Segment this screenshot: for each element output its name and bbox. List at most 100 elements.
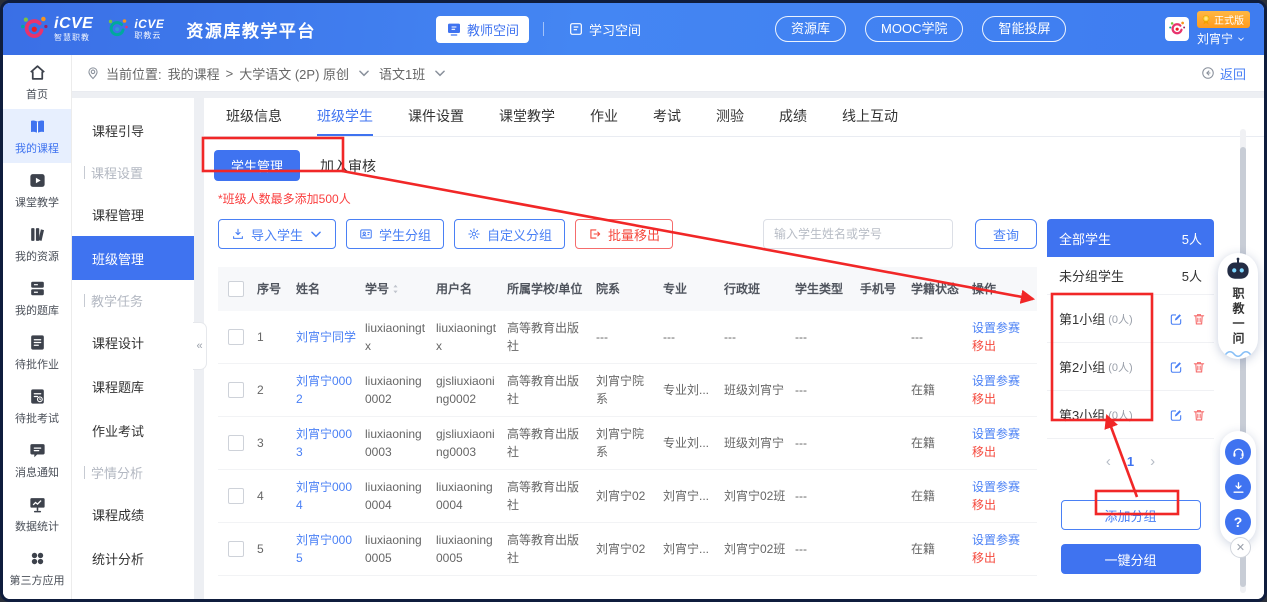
tab-courseware-settings[interactable]: 课件设置 [408, 98, 464, 136]
home-icon [28, 63, 47, 82]
one-click-group-button[interactable]: 一键分组 [1061, 544, 1201, 574]
batch-remove-button[interactable]: 批量移出 [575, 219, 673, 249]
remove-student-link[interactable]: 移出 [972, 443, 1033, 461]
edit-group-icon[interactable] [1169, 408, 1183, 422]
tab-class-students[interactable]: 班级学生 [317, 98, 373, 136]
row-checkbox[interactable] [228, 435, 244, 451]
subtab-join-review[interactable]: 加入审核 [320, 156, 376, 176]
tab-classroom-teaching[interactable]: 课堂教学 [499, 98, 555, 136]
sidebar-item-my-resources[interactable]: 我的资源 [3, 217, 71, 271]
column-header-label: 序号 [257, 280, 288, 298]
help-button[interactable]: ? [1225, 509, 1251, 535]
sidebar-item-question-bank[interactable]: 我的题库 [3, 271, 71, 325]
header-pill-0[interactable]: 资源库 [775, 16, 846, 42]
cell-name[interactable]: 刘宵宁0003 [292, 419, 361, 467]
breadcrumb-root[interactable]: 我的课程 [168, 64, 220, 83]
row-checkbox[interactable] [228, 382, 244, 398]
menu-item-course-management[interactable]: 课程管理 [72, 192, 194, 236]
user-area[interactable]: 正式版 刘宵宁 [1165, 3, 1250, 55]
header-pill-1[interactable]: MOOC学院 [865, 16, 963, 42]
nav-teacher-space[interactable]: 教师空间 [436, 16, 529, 43]
menu-item-course-question-bank[interactable]: 课程题库 [72, 364, 194, 408]
menu-item-statistics-analysis[interactable]: 统计分析 [72, 536, 194, 580]
group-row-2[interactable]: 第2小组(0人) [1047, 343, 1214, 391]
prev-page-arrow[interactable]: ‹ [1106, 453, 1111, 470]
tab-class-info[interactable]: 班级信息 [226, 98, 282, 136]
menu-item-course-design[interactable]: 课程设计 [72, 320, 194, 364]
ungrouped-students-row[interactable]: 未分组学生 5人 [1047, 257, 1214, 295]
sidebar-item-home[interactable]: 首页 [3, 55, 71, 109]
menu-item-course-guide[interactable]: 课程引导 [72, 108, 194, 152]
menu-item-class-management[interactable]: 班级管理 [72, 236, 194, 280]
remove-student-link[interactable]: 移出 [972, 390, 1033, 408]
row-checkbox[interactable] [228, 488, 244, 504]
icve-zhijiaoyun-logo[interactable]: iCVE 职教云 [105, 17, 164, 41]
collapse-floating-toolbar-button[interactable]: ✕ [1230, 537, 1251, 558]
import-students-button[interactable]: 导入学生 [218, 219, 336, 249]
header-pill-2[interactable]: 智能投屏 [982, 16, 1066, 42]
download-button[interactable] [1225, 474, 1251, 500]
add-group-button[interactable]: 添加分组 [1061, 500, 1201, 530]
student-search-input[interactable] [763, 219, 953, 249]
cell-name[interactable]: 刘宵宁0004 [292, 472, 361, 520]
custom-grouping-button[interactable]: 自定义分组 [454, 219, 565, 249]
current-page[interactable]: 1 [1127, 454, 1134, 469]
remove-student-link[interactable]: 移出 [972, 496, 1033, 514]
sidebar-item-my-courses[interactable]: 我的课程 [3, 109, 71, 163]
tab-exam[interactable]: 考试 [653, 98, 681, 136]
student-grouping-button[interactable]: 学生分组 [346, 219, 444, 249]
delete-group-icon[interactable] [1192, 360, 1206, 374]
collapse-sidebar-handle[interactable]: « [193, 322, 207, 370]
breadcrumb-class-select[interactable]: 语文1班 [379, 64, 425, 83]
assistant-widget[interactable]: 职教一问 [1218, 253, 1258, 359]
cell-phone [856, 437, 907, 449]
delete-group-icon[interactable] [1192, 312, 1206, 326]
search-button[interactable]: 查询 [975, 219, 1037, 249]
menu-item-homework-exam[interactable]: 作业考试 [72, 408, 194, 452]
user-name[interactable]: 刘宵宁 [1197, 30, 1245, 47]
sidebar-item-classroom-teaching[interactable]: 课堂教学 [3, 163, 71, 217]
chevron-down-icon[interactable] [433, 66, 447, 80]
row-checkbox[interactable] [228, 541, 244, 557]
set-competition-link[interactable]: 设置参赛 [972, 531, 1033, 549]
sidebar-item-third-party-apps[interactable]: 第三方应用 [3, 541, 71, 595]
set-competition-link[interactable]: 设置参赛 [972, 425, 1033, 443]
customer-service-button[interactable] [1225, 439, 1251, 465]
tab-grades[interactable]: 成绩 [779, 98, 807, 136]
remove-student-link[interactable]: 移出 [972, 549, 1033, 567]
icve-zhihui-zhijiao-logo[interactable]: iCVE 智慧职教 [19, 14, 93, 44]
message-icon [28, 441, 47, 460]
subtab-student-management[interactable]: 学生管理 [214, 150, 300, 181]
cell-name[interactable]: 刘宵宁0005 [292, 525, 361, 573]
set-competition-link[interactable]: 设置参赛 [972, 372, 1033, 390]
cell-name[interactable]: 刘宵宁同学 [292, 322, 361, 352]
all-students-header[interactable]: 全部学生 5人 [1047, 219, 1214, 257]
sidebar-item-notifications[interactable]: 消息通知 [3, 433, 71, 487]
sidebar-item-pending-exams[interactable]: 待批考试 [3, 379, 71, 433]
edit-group-icon[interactable] [1169, 312, 1183, 326]
tab-homework[interactable]: 作业 [590, 98, 618, 136]
set-competition-link[interactable]: 设置参赛 [972, 319, 1033, 337]
cell-name[interactable]: 刘宵宁0002 [292, 366, 361, 414]
select-all-checkbox[interactable] [228, 281, 244, 297]
sidebar-item-pending-homework[interactable]: 待批作业 [3, 325, 71, 379]
set-competition-link[interactable]: 设置参赛 [972, 478, 1033, 496]
group-actions [1169, 408, 1206, 422]
remove-student-link[interactable]: 移出 [972, 337, 1033, 355]
nav-learning-space[interactable]: 学习空间 [558, 16, 651, 43]
delete-group-icon[interactable] [1192, 408, 1206, 422]
next-page-arrow[interactable]: › [1150, 453, 1155, 470]
cell-username: liuxiaoning0005 [432, 525, 503, 573]
group-row-1[interactable]: 第1小组(0人) [1047, 295, 1214, 343]
back-button[interactable]: 返回 [1201, 64, 1246, 83]
breadcrumb-course-select[interactable]: 大学语文 (2P) 原创 [239, 64, 349, 83]
group-row-3[interactable]: 第3小组(0人) [1047, 391, 1214, 439]
row-checkbox[interactable] [228, 329, 244, 345]
import-icon [231, 227, 245, 241]
sidebar-item-data-statistics[interactable]: 数据统计 [3, 487, 71, 541]
edit-group-icon[interactable] [1169, 360, 1183, 374]
tab-quiz[interactable]: 测验 [716, 98, 744, 136]
chevron-down-icon[interactable] [357, 66, 371, 80]
tab-online-interaction[interactable]: 线上互动 [842, 98, 898, 136]
menu-item-course-grades[interactable]: 课程成绩 [72, 492, 194, 536]
